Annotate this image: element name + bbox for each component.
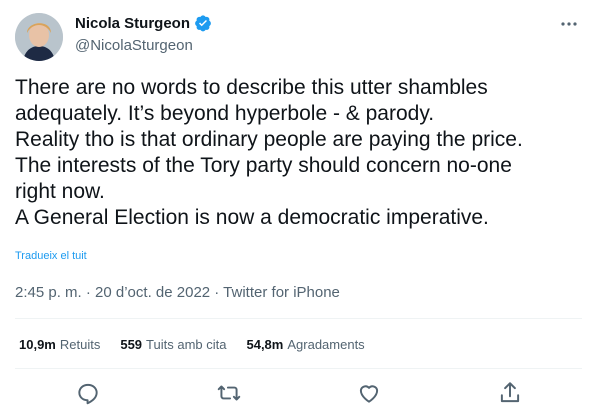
divider (15, 318, 582, 319)
retweets-label: Retuits (59, 337, 101, 352)
retweets-count: 10,9m (19, 337, 56, 352)
tweet-text: There are no words to describe this utte… (15, 75, 585, 231)
tweet-line: right now. (15, 180, 105, 203)
tweet-card: Nicola Sturgeon @NicolaSturgeon There ar… (0, 0, 597, 414)
tweet-timestamp[interactable]: 2:45 p. m. · 20 d’oct. de 2022 · Twitter… (15, 284, 340, 301)
tweet-line: adequately. It’s beyond hyperbole - & pa… (15, 102, 435, 125)
quotes-count: 559 (120, 337, 143, 352)
retweet-icon[interactable] (216, 380, 242, 406)
verified-badge-icon (195, 15, 211, 32)
author-handle[interactable]: @NicolaSturgeon (75, 37, 193, 54)
author-name-row: Nicola Sturgeon (75, 14, 212, 32)
reply-icon[interactable] (75, 380, 101, 406)
quotes-label: Tuits amb cita (146, 337, 227, 352)
heart-icon[interactable] (356, 380, 382, 406)
tweet-actions (0, 378, 597, 408)
tweet-line: The interests of the Tory party should c… (15, 154, 512, 177)
divider (15, 368, 582, 369)
retweets-stat[interactable]: 10,9m Retuits (19, 337, 100, 352)
share-icon[interactable] (497, 380, 523, 406)
more-icon[interactable] (559, 14, 579, 34)
tweet-line: There are no words to describe this utte… (15, 76, 488, 99)
avatar-image (15, 13, 63, 61)
quotes-stat[interactable]: 559 Tuits amb cita (120, 337, 226, 352)
likes-label: Agradaments (287, 337, 365, 352)
translate-link[interactable]: Tradueix el tuit (15, 250, 87, 262)
author-name[interactable]: Nicola Sturgeon (75, 15, 190, 32)
tweet-line: A General Election is now a democratic i… (15, 206, 489, 229)
tweet-stats: 10,9m Retuits 559 Tuits amb cita 54,8m Agra… (19, 337, 385, 352)
likes-stat[interactable]: 54,8m Agradaments (246, 337, 364, 352)
tweet-line: Reality tho is that ordinary people are … (15, 128, 523, 151)
likes-count: 54,8m (246, 337, 284, 352)
avatar[interactable] (15, 13, 63, 61)
